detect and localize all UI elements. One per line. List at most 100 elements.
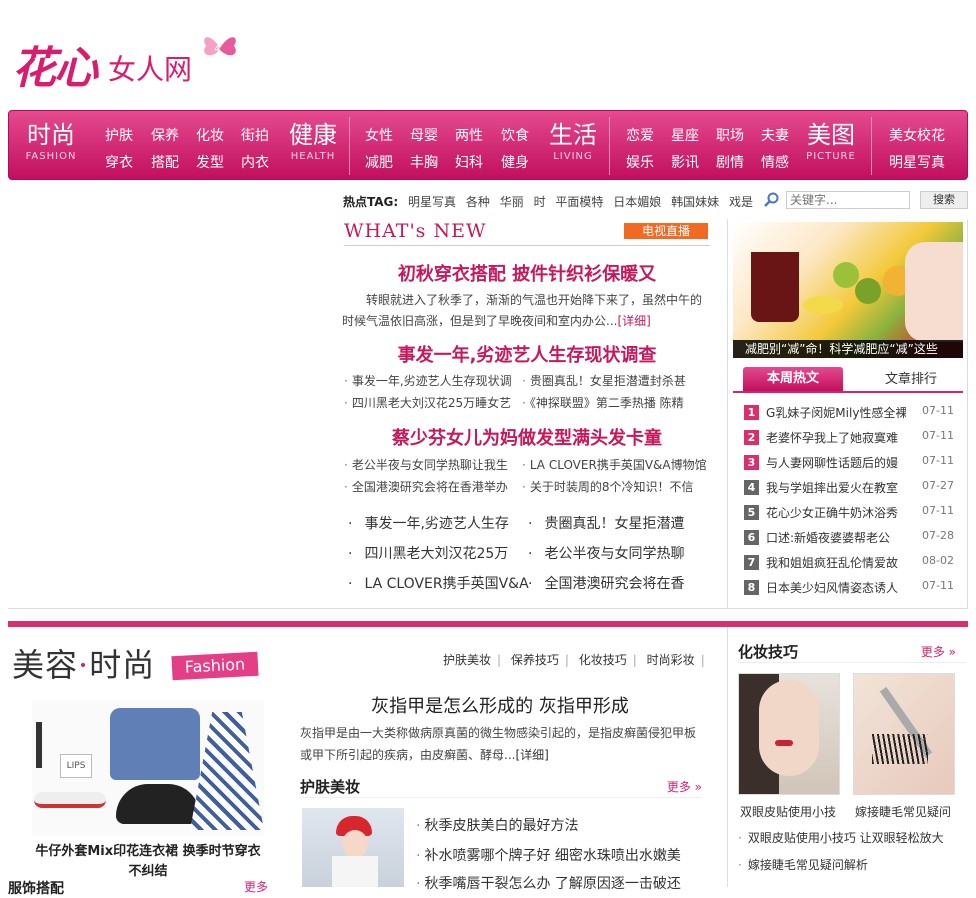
rank-title[interactable]: 我与学姐摔出爱火在教室 — [766, 479, 906, 496]
detail-link[interactable]: [详细] — [515, 748, 548, 762]
search-input[interactable] — [786, 191, 910, 209]
makeup-link[interactable]: 双眼皮贴使用小技巧 让双眼轻松放大 — [738, 829, 944, 846]
rank-title[interactable]: 我和姐姐疯狂乱伦情爱故 — [766, 554, 906, 571]
nav-link[interactable]: 丰胸 — [410, 152, 438, 172]
hot-tag[interactable]: 时 — [534, 195, 546, 209]
rank-title[interactable]: 花心少女正确牛奶沐浴秀 — [766, 504, 906, 521]
news-link[interactable]: 贵圈真乱！女星拒潜遭 — [528, 513, 684, 533]
rank-item[interactable]: 3 与人妻网聊性话题后的嫚 07-11 — [744, 453, 954, 473]
nav-link[interactable]: 搭配 — [151, 152, 179, 172]
site-logo[interactable]: 花心 女人网 4 — [12, 28, 242, 98]
outfit-image[interactable]: LIPS — [32, 700, 264, 836]
nav-link[interactable]: 母婴 — [410, 125, 438, 145]
news-link[interactable]: 四川黑老大刘汉花25万睡女艺 — [344, 394, 511, 411]
news-link[interactable]: 关于时装周的8个冷知识！不信 — [522, 478, 694, 495]
sub-link[interactable]: 化妆技巧 — [579, 653, 627, 667]
tv-live-button[interactable]: 电视直播 — [624, 223, 708, 239]
skincare-link[interactable]: 秋季嘴唇干裂怎么办 了解原因逐一击破还 — [416, 873, 680, 893]
hot-tag[interactable]: 日本媚娘 — [613, 195, 661, 209]
nav-link[interactable]: 影讯 — [671, 152, 699, 172]
rank-item[interactable]: 2 老婆怀孕我上了她寂寞难 07-11 — [744, 428, 954, 448]
makeup-image-2[interactable] — [853, 673, 955, 795]
headline-3[interactable]: 蔡少芬女儿为妈做发型满头发卡童 — [344, 424, 710, 450]
rank-item[interactable]: 7 我和姐姐疯狂乱伦情爱故 08-02 — [744, 553, 954, 573]
hot-tag[interactable]: 明星写真 — [408, 195, 456, 209]
rank-item[interactable]: 5 花心少女正确牛奶沐浴秀 07-11 — [744, 503, 954, 523]
nav-cat-fashion[interactable]: 时尚 FASHION — [17, 121, 85, 162]
makeup-caption[interactable]: 双眼皮贴使用小技 — [740, 803, 836, 820]
nav-cat-picture[interactable]: 美图 PICTURE — [797, 121, 865, 162]
hot-tag[interactable]: 华丽 — [500, 195, 524, 209]
more-link[interactable]: 更多 — [667, 778, 702, 795]
nav-cat-living[interactable]: 生活 LIVING — [539, 121, 607, 162]
nav-link[interactable]: 女性 — [365, 125, 393, 145]
nav-link[interactable]: 夫妻 — [761, 125, 789, 145]
rank-title[interactable]: 与人妻网聊性话题后的嫚 — [766, 454, 906, 471]
hot-tag[interactable]: 平面模特 — [555, 195, 603, 209]
nav-link[interactable]: 减肥 — [365, 152, 393, 172]
news-link[interactable]: 四川黑老大刘汉花25万 — [348, 543, 508, 563]
rank-item[interactable]: 1 G乳妹子闵妮Mily性感全裸 07-11 — [744, 403, 954, 423]
sub-link[interactable]: 时尚彩妆 — [647, 653, 695, 667]
news-link[interactable]: 全国港澳研究会将在香港举办 — [344, 478, 508, 495]
news-link[interactable]: 老公半夜与女同学热聊 — [528, 543, 684, 563]
nav-link[interactable]: 娱乐 — [626, 152, 654, 172]
nav-link[interactable]: 职场 — [716, 125, 744, 145]
rank-item[interactable]: 4 我与学姐摔出爱火在教室 07-27 — [744, 478, 954, 498]
news-link[interactable]: 事发一年,劣迹艺人生存现状调 — [344, 372, 512, 389]
hot-tag[interactable]: 韩国妹妹 — [671, 195, 719, 209]
nav-link[interactable]: 妇科 — [455, 152, 483, 172]
makeup-image-1[interactable] — [738, 673, 840, 795]
skincare-link[interactable]: 补水喷雾哪个牌子好 细密水珠喷出水嫩美 — [416, 845, 680, 865]
nav-link[interactable]: 护肤 — [105, 125, 133, 145]
nav-link[interactable]: 恋爱 — [626, 125, 654, 145]
featured-caption[interactable]: 减肥别“减”命！科学减肥应“减”这些 — [733, 340, 963, 358]
news-link[interactable]: LA CLOVER携手英国V&A — [348, 573, 528, 593]
nav-link[interactable]: 保养 — [151, 125, 179, 145]
hot-tag[interactable]: 各种 — [466, 195, 490, 209]
nav-link[interactable]: 情感 — [761, 152, 789, 172]
rank-title[interactable]: 口述:新婚夜婆婆帮老公 — [766, 529, 906, 546]
news-link[interactable]: 贵圈真乱！女星拒潜遭封杀甚 — [522, 372, 686, 389]
rank-title[interactable]: 老婆怀孕我上了她寂寞难 — [766, 429, 906, 446]
nav-link[interactable]: 星座 — [671, 125, 699, 145]
nav-link[interactable]: 化妆 — [196, 125, 224, 145]
news-link[interactable]: 全国港澳研究会将在香 — [528, 573, 684, 593]
rank-item[interactable]: 8 日本美少妇风情姿态诱人 07-11 — [744, 578, 954, 598]
more-link[interactable]: 更多 — [921, 643, 956, 660]
skincare-link[interactable]: 秋季皮肤美白的最好方法 — [416, 815, 578, 835]
headline-1[interactable]: 初秋穿衣搭配 披件针织衫保暖又 — [344, 260, 710, 286]
rank-item[interactable]: 6 口述:新婚夜婆婆帮老公 07-28 — [744, 528, 954, 548]
nav-cat-health[interactable]: 健康 HEALTH — [279, 121, 347, 162]
tab-article-rank[interactable]: 文章排行 — [861, 367, 961, 391]
skincare-image[interactable] — [302, 808, 404, 887]
makeup-caption[interactable]: 嫁接睫毛常见疑问 — [855, 803, 951, 820]
news-link[interactable]: 老公半夜与女同学热聊让我生 — [344, 456, 508, 473]
nav-link[interactable]: 明星写真 — [889, 152, 945, 172]
rank-title[interactable]: 日本美少妇风情姿态诱人 — [766, 579, 906, 596]
sub-link[interactable]: 护肤美妆 — [443, 653, 491, 667]
news-link[interactable]: 《神探联盟》第二季热播 陈精 — [522, 394, 684, 411]
detail-link[interactable]: [详细] — [617, 314, 650, 328]
sub-link[interactable]: 保养技巧 — [511, 653, 559, 667]
rank-title[interactable]: G乳妹子闵妮Mily性感全裸 — [766, 404, 906, 421]
outfit-caption[interactable]: 牛仔外套Mix印花连衣裙 换季时节穿衣不纠结 — [32, 842, 264, 882]
headline-2[interactable]: 事发一年,劣迹艺人生存现状调查 — [344, 341, 710, 367]
nav-link[interactable]: 穿衣 — [105, 152, 133, 172]
search-button[interactable]: 搜索 — [920, 191, 968, 209]
nav-link[interactable]: 剧情 — [716, 152, 744, 172]
nav-link[interactable]: 健身 — [501, 152, 529, 172]
nav-link[interactable]: 饮食 — [501, 125, 529, 145]
beauty-headline[interactable]: 灰指甲是怎么形成的 灰指甲形成 — [300, 692, 700, 718]
news-link[interactable]: LA CLOVER携手英国V&A博物馆 — [522, 456, 707, 473]
featured-image[interactable] — [733, 222, 963, 358]
news-link[interactable]: 事发一年,劣迹艺人生存 — [348, 513, 508, 533]
nav-link[interactable]: 内衣 — [241, 152, 269, 172]
makeup-link[interactable]: 嫁接睫毛常见疑问解析 — [738, 856, 868, 873]
nav-link[interactable]: 发型 — [196, 152, 224, 172]
nav-link[interactable]: 街拍 — [241, 125, 269, 145]
nav-link[interactable]: 美女校花 — [889, 125, 945, 145]
hot-tag[interactable]: 戏是 — [729, 195, 753, 209]
nav-link[interactable]: 两性 — [455, 125, 483, 145]
tab-weekly-hot[interactable]: 本周热文 — [743, 367, 843, 391]
